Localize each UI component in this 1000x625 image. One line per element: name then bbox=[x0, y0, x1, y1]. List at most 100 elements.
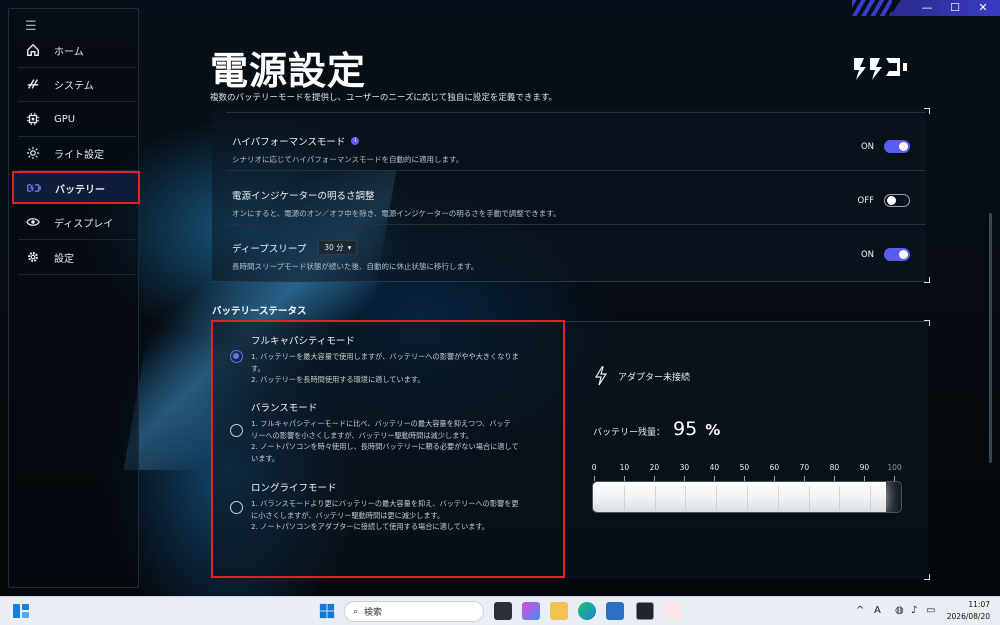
ime-indicator[interactable]: A bbox=[874, 605, 881, 616]
sidebar-divider bbox=[18, 101, 136, 102]
chevron-up-icon[interactable]: ^ bbox=[856, 605, 864, 616]
scale-label: 70 bbox=[799, 463, 810, 472]
widgets-icon[interactable] bbox=[12, 602, 30, 620]
scale-label: 60 bbox=[769, 463, 780, 472]
sidebar-item-settings[interactable]: 設定 bbox=[12, 242, 138, 272]
section-title: バッテリーステータス bbox=[212, 306, 307, 317]
power-settings-panel: ハイパフォーマンスモード i シナリオに応じてハイパフォーマンスモードを自動的に… bbox=[212, 110, 926, 282]
snipping-tool-icon[interactable] bbox=[664, 602, 682, 620]
window-controls: — ☐ ✕ bbox=[890, 0, 1000, 16]
high-performance-toggle[interactable] bbox=[884, 140, 910, 153]
sidebar-item-lighting[interactable]: ライト設定 bbox=[12, 138, 138, 168]
battery-tray-icon[interactable]: ▭ bbox=[926, 605, 935, 616]
gear-icon bbox=[18, 250, 48, 264]
edge-icon[interactable] bbox=[578, 602, 596, 620]
deep-sleep-toggle[interactable] bbox=[884, 248, 910, 261]
sidebar-item-label: GPU bbox=[54, 113, 76, 125]
app-control-center-icon[interactable] bbox=[636, 602, 654, 620]
sidebar-item-label: ホーム bbox=[54, 46, 84, 58]
sidebar-divider bbox=[18, 274, 136, 275]
clock-time: 11:07 bbox=[968, 600, 990, 609]
task-view-icon[interactable] bbox=[494, 602, 512, 620]
setting-description: シナリオに応じてハイパフォーマンスモードを自動的に適用します。 bbox=[232, 155, 464, 164]
sidebar-item-system[interactable]: システム bbox=[12, 69, 138, 99]
close-button[interactable]: ✕ bbox=[976, 0, 990, 16]
scale-label: 80 bbox=[829, 463, 840, 472]
scale-label: 50 bbox=[739, 463, 750, 472]
toggle-knob bbox=[887, 196, 896, 205]
store-icon[interactable] bbox=[606, 602, 624, 620]
network-icon[interactable]: ◍ bbox=[895, 605, 904, 616]
taskbar: ⌕ 検索 ^ A ◍ ♪ ▭ 11:07 2026/08/20 bbox=[0, 596, 1000, 625]
setting-title: ハイパフォーマンスモード bbox=[232, 137, 346, 148]
setting-description: オンにすると、電源のオン／オフ中を除き、電源インジケーターの明るさを手動で調整で… bbox=[232, 209, 561, 218]
bar-segment-divider bbox=[685, 486, 687, 510]
scrollbar[interactable] bbox=[989, 213, 992, 463]
panel-corner bbox=[924, 574, 930, 580]
taskbar-search[interactable]: ⌕ 検索 bbox=[344, 601, 484, 622]
indicator-toggle[interactable] bbox=[884, 194, 910, 207]
sidebar-divider bbox=[18, 136, 136, 137]
copilot-icon[interactable] bbox=[522, 602, 540, 620]
file-explorer-icon[interactable] bbox=[550, 602, 568, 620]
scale-label: 40 bbox=[709, 463, 720, 472]
sidebar-divider bbox=[18, 239, 136, 240]
highlight-box bbox=[211, 320, 565, 578]
clock-date: 2026/08/20 bbox=[946, 612, 990, 621]
bar-segment-divider bbox=[777, 486, 779, 510]
charge-unit: % bbox=[705, 421, 721, 439]
setting-title: ディープスリープ bbox=[232, 243, 307, 255]
scale-label: 0 bbox=[591, 463, 597, 472]
battery-bolt-logo-icon bbox=[854, 58, 907, 80]
charge-bar-fill bbox=[593, 482, 886, 512]
charge-bar bbox=[592, 481, 902, 513]
setting-description: 長時間スリープモード状態が続いた後、自動的に休止状態に移行します。 bbox=[232, 262, 479, 271]
sidebar-item-label: ライト設定 bbox=[54, 149, 104, 161]
scale-label: 10 bbox=[619, 463, 630, 472]
setting-high-performance: ハイパフォーマンスモード i シナリオに応じてハイパフォーマンスモードを自動的に… bbox=[232, 134, 922, 165]
setting-indicator-brightness: 電源インジケーターの明るさ調整 オンにすると、電源のオン／オフ中を除き、電源イン… bbox=[232, 188, 922, 219]
sidebar-item-home[interactable]: ホーム bbox=[12, 35, 138, 65]
sidebar-divider bbox=[18, 67, 136, 68]
volume-icon[interactable]: ♪ bbox=[911, 605, 917, 616]
panel-corner bbox=[924, 108, 930, 114]
sidebar-item-label: システム bbox=[54, 80, 94, 92]
setting-deep-sleep: ディープスリープ 30 分 ▾ 長時間スリープモード状態が続いた後、自動的に休止… bbox=[232, 240, 922, 272]
bolt-icon bbox=[594, 366, 608, 386]
adapter-status: アダプター未接続 bbox=[594, 366, 690, 386]
setting-title: 電源インジケーターの明るさ調整 bbox=[232, 191, 375, 202]
display-icon bbox=[18, 215, 48, 229]
indicator-toggle-group: OFF bbox=[858, 194, 910, 207]
minimize-button[interactable]: — bbox=[920, 0, 934, 16]
setting-title-wrap: ディープスリープ 30 分 ▾ bbox=[232, 240, 922, 255]
bar-segment-divider bbox=[654, 486, 656, 510]
toggle-state-label: ON bbox=[860, 249, 874, 260]
maximize-button[interactable]: ☐ bbox=[948, 0, 962, 16]
deep-sleep-duration-select[interactable]: 30 分 ▾ bbox=[318, 240, 358, 255]
sidebar-item-display[interactable]: ディスプレイ bbox=[12, 207, 138, 237]
bar-segment-divider bbox=[808, 486, 810, 510]
search-icon: ⌕ bbox=[353, 606, 359, 617]
charge-label: バッテリー残量： bbox=[593, 428, 666, 438]
menu-icon[interactable]: ☰ bbox=[25, 19, 37, 34]
page-subtitle: 複数のバッテリーモードを提供し、ユーザーのニーズに応じて独自に設定を定義できます… bbox=[210, 93, 558, 103]
clock[interactable]: 11:07 2026/08/20 bbox=[947, 599, 990, 623]
highlight-box bbox=[12, 171, 140, 204]
charge-value: 95 bbox=[673, 418, 698, 440]
adapter-status-text: アダプター未接続 bbox=[618, 372, 691, 383]
row-divider bbox=[226, 224, 926, 225]
home-icon bbox=[18, 43, 48, 57]
sidebar-item-gpu[interactable]: GPU bbox=[12, 104, 138, 134]
search-placeholder: 検索 bbox=[364, 608, 383, 618]
toggle-state-label: ON bbox=[860, 141, 874, 152]
bar-segment-divider bbox=[839, 486, 841, 510]
sidebar-item-label: ディスプレイ bbox=[54, 218, 114, 230]
toggle-state-label: OFF bbox=[857, 195, 874, 206]
sidebar-item-label: 設定 bbox=[54, 253, 74, 265]
bar-segment-divider bbox=[623, 486, 625, 510]
windows-start-icon[interactable] bbox=[318, 602, 336, 620]
battery-charge: バッテリー残量： 95 % bbox=[593, 418, 720, 440]
info-icon[interactable]: i bbox=[351, 137, 360, 145]
high-performance-toggle-group: ON bbox=[861, 140, 910, 153]
deep-sleep-toggle-group: ON bbox=[861, 248, 910, 261]
